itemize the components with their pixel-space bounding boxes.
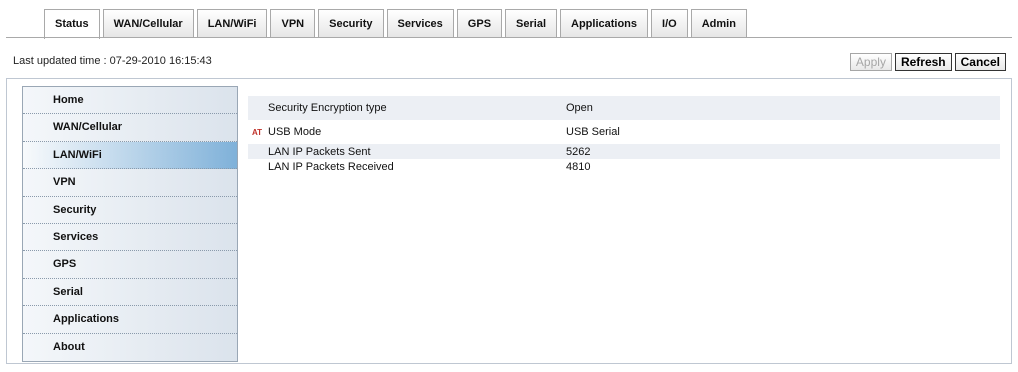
tab-services[interactable]: Services: [386, 9, 454, 37]
sidebar-item-serial[interactable]: Serial: [23, 278, 237, 307]
sidebar-item-lan-wifi[interactable]: LAN/WiFi: [23, 141, 237, 170]
refresh-button[interactable]: Refresh: [894, 53, 952, 71]
tab-admin[interactable]: Admin: [690, 9, 747, 37]
sidebar-item-vpn[interactable]: VPN: [23, 169, 237, 197]
sidebar-item-home[interactable]: Home: [23, 87, 237, 115]
tab-io[interactable]: I/O: [651, 9, 688, 37]
row-label: LAN IP Packets Received: [268, 160, 394, 173]
row-value: Open: [566, 102, 593, 114]
action-buttons: Apply Refresh Cancel: [849, 53, 1006, 71]
main-tab-bar: Status WAN/Cellular LAN/WiFi VPN Securit…: [44, 9, 750, 39]
tab-serial[interactable]: Serial: [505, 9, 557, 37]
tab-security[interactable]: Security: [318, 9, 384, 37]
at-command-marker: AT: [252, 127, 263, 137]
row-label: Security Encryption type: [268, 102, 387, 114]
sidebar-item-services[interactable]: Services: [23, 223, 237, 252]
sidebar-item-wan-cellular[interactable]: WAN/Cellular: [23, 114, 237, 142]
table-row: LAN IP Packets Sent 5262: [248, 144, 1000, 159]
tab-wan-cellular[interactable]: WAN/Cellular: [102, 9, 194, 37]
last-updated: Last updated time : 07-29-2010 16:15:43: [13, 55, 212, 67]
sidebar-item-gps[interactable]: GPS: [23, 251, 237, 279]
last-updated-label: Last updated time :: [13, 55, 110, 67]
tab-divider: [6, 37, 1012, 38]
sidebar-item-about[interactable]: About: [23, 333, 237, 361]
table-row: AT USB Mode USB Serial: [248, 120, 1000, 144]
tab-lan-wifi[interactable]: LAN/WiFi: [196, 9, 268, 37]
tab-applications[interactable]: Applications: [560, 9, 649, 37]
status-table: Security Encryption type Open AT USB Mod…: [248, 96, 1000, 174]
tab-vpn[interactable]: VPN: [270, 9, 316, 37]
apply-button[interactable]: Apply: [849, 53, 892, 71]
table-row: Security Encryption type Open: [248, 96, 1000, 120]
row-label: USB Mode: [268, 126, 322, 138]
sidebar-nav: Home WAN/Cellular LAN/WiFi VPN Security …: [22, 86, 238, 362]
tab-status[interactable]: Status: [44, 9, 100, 39]
row-value: USB Serial: [566, 126, 620, 138]
row-label: LAN IP Packets Sent: [268, 145, 371, 158]
row-value: 4810: [566, 160, 591, 173]
cancel-button[interactable]: Cancel: [954, 53, 1006, 71]
sidebar-item-security[interactable]: Security: [23, 196, 237, 224]
last-updated-value: 07-29-2010 16:15:43: [109, 55, 212, 67]
row-value: 5262: [566, 145, 591, 158]
sidebar-item-applications[interactable]: Applications: [23, 306, 237, 334]
table-row: LAN IP Packets Received 4810: [248, 159, 1000, 174]
tab-gps[interactable]: GPS: [456, 9, 503, 37]
